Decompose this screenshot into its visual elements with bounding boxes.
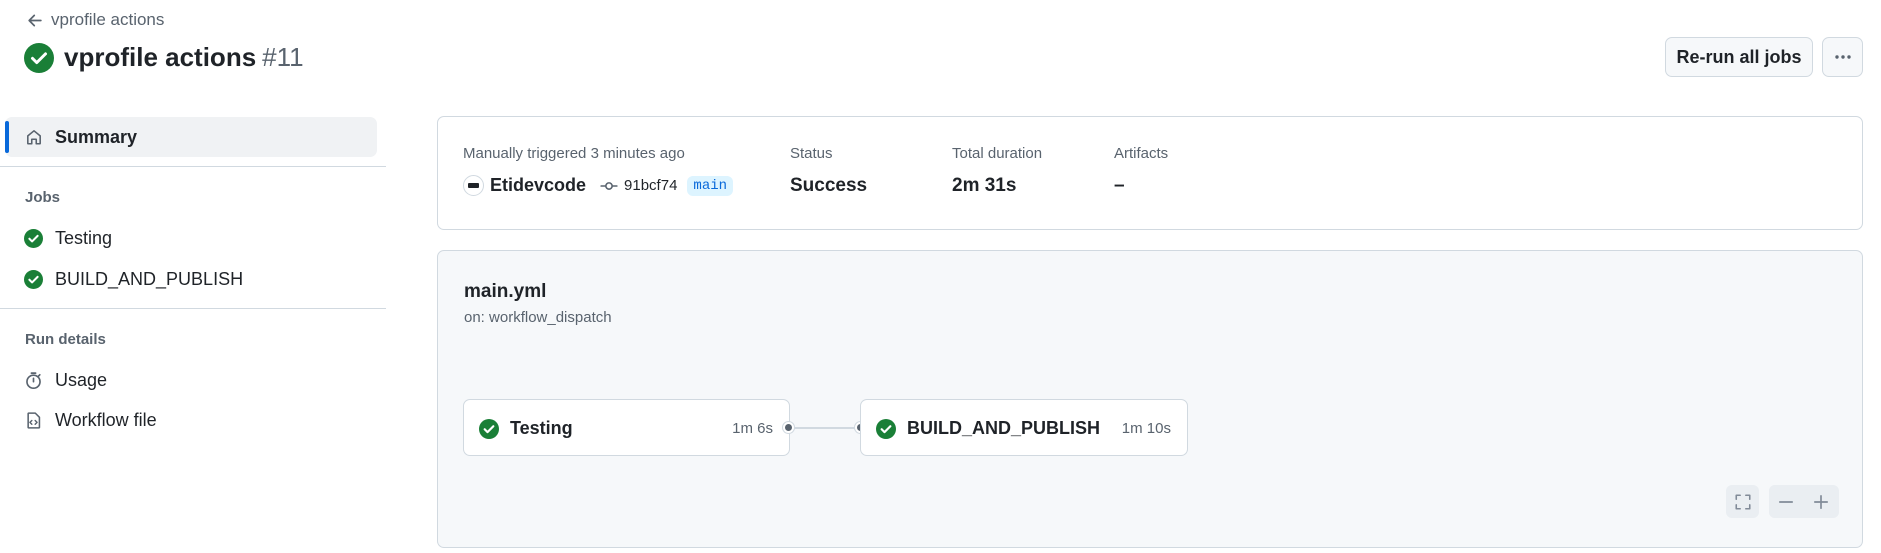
back-link-label: vprofile actions [51,10,165,29]
sidebar-item-label: BUILD_AND_PUBLISH [55,268,244,289]
sidebar-item-summary[interactable]: Summary [5,117,377,157]
jobs-section-label: Jobs [25,189,61,206]
zoom-out-button[interactable] [1769,485,1802,518]
avatar[interactable] [463,175,484,196]
page-title-row: vprofile actions #11 [24,42,304,73]
arrow-left-icon [28,14,42,26]
duration-label: Total duration [952,145,1043,162]
zoom-controls [1769,485,1839,518]
success-check-icon [24,228,43,248]
trigger-label: Manually triggered 3 minutes ago [463,145,685,162]
success-check-icon [24,42,54,73]
artifacts-value: – [1114,175,1125,196]
kebab-horizontal-icon [1834,55,1851,59]
more-options-button[interactable] [1822,37,1863,77]
sidebar-item-label: Summary [55,127,138,147]
home-icon [27,130,41,145]
page-title: vprofile actions #11 [64,42,304,73]
run-number: #11 [262,42,304,72]
job-duration: 1m 6s [732,420,773,437]
sidebar-item-label: Usage [55,369,108,390]
rerun-all-jobs-button[interactable]: Re-run all jobs [1665,37,1813,77]
job-node-testing[interactable]: Testing 1m 6s [463,399,790,456]
zoom-in-button[interactable] [1804,485,1837,518]
sidebar-item-testing[interactable]: Testing [24,222,112,254]
artifacts-label: Artifacts [1114,145,1169,162]
divider [0,308,386,309]
workflow-file-name: main.yml [464,281,547,302]
screen-full-icon [1734,493,1751,510]
workflow-trigger: on: workflow_dispatch [464,309,612,326]
trigger-row: Etidevcode 91bcf74 main [463,175,734,196]
fullscreen-button[interactable] [1726,485,1759,518]
back-link[interactable]: vprofile actions [26,10,164,30]
job-duration: 1m 10s [1121,420,1171,437]
git-commit-icon [600,181,618,190]
job-name: Testing [510,418,573,438]
workflow-graph-card: main.yml on: workflow_dispatch Testing 1… [437,250,1863,548]
run-summary-card: Manually triggered 3 minutes ago Etidevc… [437,116,1863,230]
file-code-icon [27,411,41,429]
run-details-section-label: Run details [25,331,106,348]
stopwatch-icon [26,371,41,389]
divider [0,166,386,167]
sidebar-item-label: Testing [55,227,113,248]
job-node-build-and-publish[interactable]: BUILD_AND_PUBLISH 1m 10s [860,399,1188,456]
success-check-icon [479,419,499,439]
status-label: Status [790,145,833,162]
job-output-dot [783,422,794,433]
sidebar-item-build-and-publish[interactable]: BUILD_AND_PUBLISH [24,263,243,295]
commit-sha-link[interactable]: 91bcf74 [624,177,677,194]
status-value: Success [790,175,868,196]
sidebar-item-workflow-file[interactable]: Workflow file [24,404,157,436]
sidebar-item-usage[interactable]: Usage [24,364,107,396]
plus-icon [1813,494,1828,509]
job-connector [794,427,856,429]
workflow-title: vprofile actions [64,42,257,72]
actor-link[interactable]: Etidevcode [490,175,586,196]
sidebar-item-label: Workflow file [55,409,157,430]
minus-icon [1778,500,1793,503]
job-name: BUILD_AND_PUBLISH [907,418,1101,438]
branch-label[interactable]: main [687,175,734,196]
duration-value: 2m 31s [952,175,1017,196]
success-check-icon [24,269,43,289]
success-check-icon [876,419,896,439]
active-indicator [5,121,9,153]
